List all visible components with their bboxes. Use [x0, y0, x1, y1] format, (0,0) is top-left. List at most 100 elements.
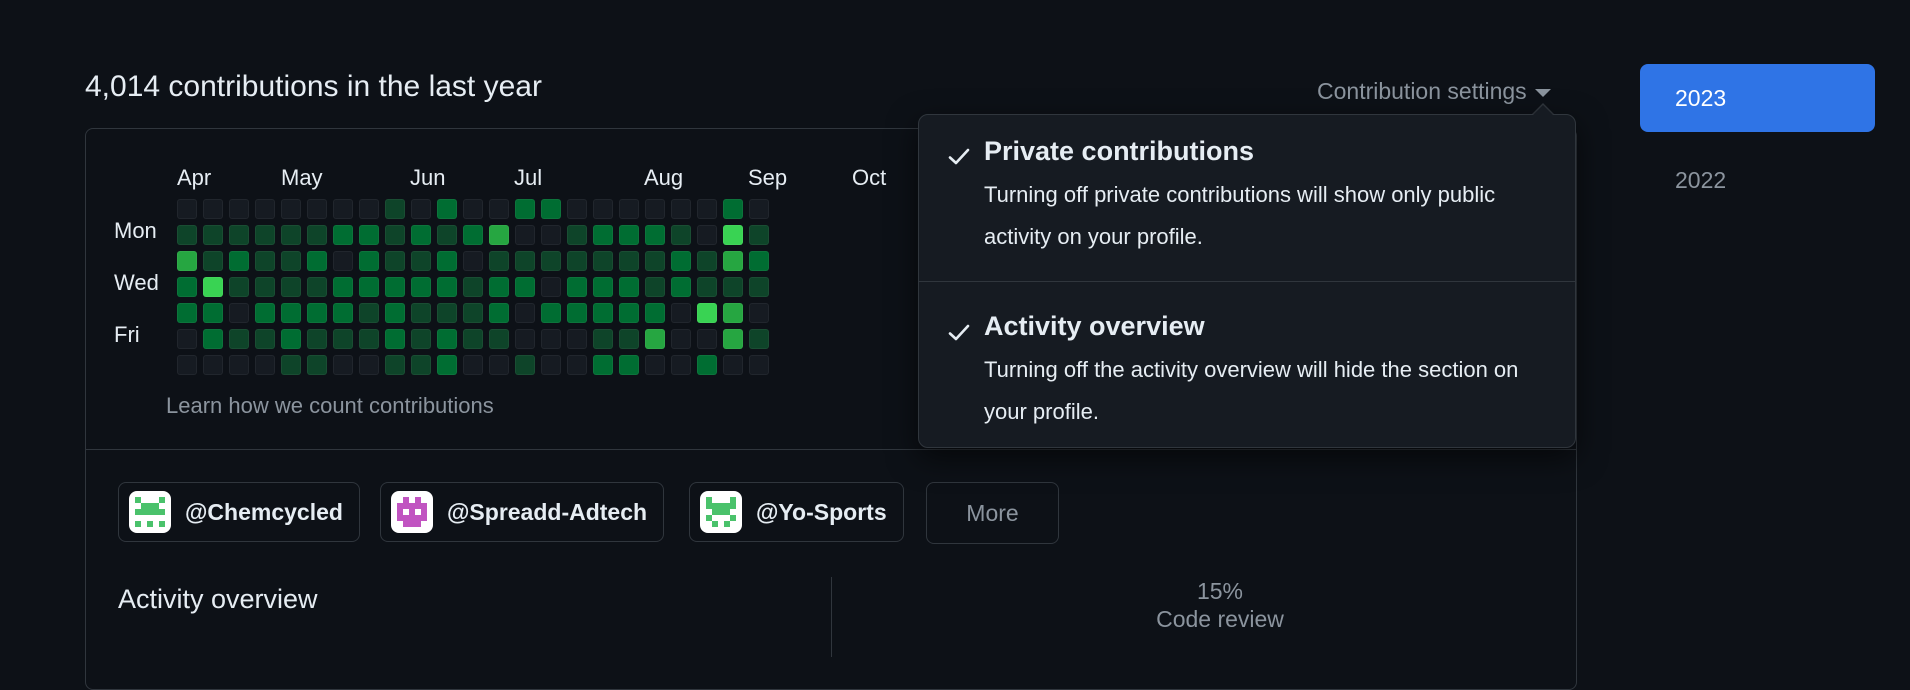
contribution-cell[interactable] [411, 251, 431, 271]
contribution-cell[interactable] [567, 225, 587, 245]
contribution-cell[interactable] [177, 303, 197, 323]
contribution-cell[interactable] [541, 303, 561, 323]
contribution-cell[interactable] [281, 303, 301, 323]
contribution-cell[interactable] [515, 277, 535, 297]
contribution-cell[interactable] [489, 303, 509, 323]
contribution-cell[interactable] [411, 329, 431, 349]
contribution-cell[interactable] [593, 251, 613, 271]
contribution-cell[interactable] [593, 329, 613, 349]
contribution-cell[interactable] [645, 355, 665, 375]
contribution-cell[interactable] [619, 303, 639, 323]
contribution-cell[interactable] [723, 199, 743, 219]
contribution-cell[interactable] [541, 251, 561, 271]
contribution-cell[interactable] [385, 303, 405, 323]
contribution-cell[interactable] [723, 251, 743, 271]
learn-count-link[interactable]: Learn how we count contributions [166, 393, 494, 419]
contribution-cell[interactable] [437, 251, 457, 271]
contribution-cell[interactable] [177, 251, 197, 271]
menu-item-activity-overview[interactable]: Activity overview Turning off the activi… [919, 282, 1575, 447]
org-chip-chemcycled[interactable]: @Chemcycled [118, 482, 360, 542]
contribution-cell[interactable] [333, 329, 353, 349]
contribution-cell[interactable] [593, 355, 613, 375]
contribution-cell[interactable] [411, 303, 431, 323]
contribution-cell[interactable] [229, 225, 249, 245]
contribution-cell[interactable] [749, 225, 769, 245]
contribution-cell[interactable] [463, 251, 483, 271]
contribution-cell[interactable] [619, 277, 639, 297]
contribution-cell[interactable] [593, 303, 613, 323]
contribution-cell[interactable] [437, 329, 457, 349]
contribution-cell[interactable] [749, 199, 769, 219]
contribution-cell[interactable] [281, 277, 301, 297]
contribution-cell[interactable] [411, 199, 431, 219]
contribution-cell[interactable] [385, 251, 405, 271]
contribution-cell[interactable] [177, 225, 197, 245]
contribution-cell[interactable] [489, 251, 509, 271]
contribution-cell[interactable] [255, 303, 275, 323]
contribution-cell[interactable] [567, 277, 587, 297]
contribution-cell[interactable] [489, 277, 509, 297]
contribution-cell[interactable] [619, 199, 639, 219]
contribution-cell[interactable] [333, 303, 353, 323]
contribution-cell[interactable] [593, 277, 613, 297]
contribution-cell[interactable] [749, 303, 769, 323]
contribution-cell[interactable] [489, 225, 509, 245]
contribution-cell[interactable] [307, 303, 327, 323]
contribution-cell[interactable] [385, 329, 405, 349]
contribution-cell[interactable] [411, 277, 431, 297]
contribution-cell[interactable] [515, 329, 535, 349]
contribution-cell[interactable] [437, 303, 457, 323]
contribution-cell[interactable] [385, 277, 405, 297]
contribution-cell[interactable] [255, 199, 275, 219]
contribution-cell[interactable] [359, 329, 379, 349]
contribution-cell[interactable] [515, 251, 535, 271]
contribution-cell[interactable] [463, 329, 483, 349]
contribution-cell[interactable] [203, 277, 223, 297]
contribution-cell[interactable] [307, 199, 327, 219]
contribution-cell[interactable] [307, 355, 327, 375]
contribution-cell[interactable] [203, 303, 223, 323]
contribution-cell[interactable] [177, 277, 197, 297]
contribution-cell[interactable] [359, 355, 379, 375]
contribution-cell[interactable] [541, 277, 561, 297]
contribution-cell[interactable] [177, 329, 197, 349]
contribution-cell[interactable] [749, 329, 769, 349]
contribution-cell[interactable] [619, 251, 639, 271]
contribution-cell[interactable] [541, 225, 561, 245]
contribution-cell[interactable] [359, 251, 379, 271]
contribution-cell[interactable] [255, 225, 275, 245]
contribution-cell[interactable] [489, 199, 509, 219]
contribution-cell[interactable] [255, 329, 275, 349]
contribution-cell[interactable] [515, 303, 535, 323]
contribution-cell[interactable] [177, 199, 197, 219]
contribution-cell[interactable] [619, 355, 639, 375]
contribution-cell[interactable] [463, 199, 483, 219]
contribution-cell[interactable] [229, 277, 249, 297]
contribution-cell[interactable] [307, 277, 327, 297]
contribution-cell[interactable] [229, 303, 249, 323]
contribution-cell[interactable] [645, 303, 665, 323]
contribution-cell[interactable] [307, 225, 327, 245]
contribution-cell[interactable] [593, 225, 613, 245]
contribution-cell[interactable] [229, 251, 249, 271]
contribution-cell[interactable] [567, 355, 587, 375]
contribution-cell[interactable] [619, 225, 639, 245]
contribution-cell[interactable] [697, 225, 717, 245]
contribution-cell[interactable] [515, 355, 535, 375]
contribution-cell[interactable] [749, 277, 769, 297]
contribution-cell[interactable] [723, 355, 743, 375]
contribution-cell[interactable] [671, 225, 691, 245]
contribution-cell[interactable] [359, 303, 379, 323]
contribution-cell[interactable] [463, 277, 483, 297]
contribution-cell[interactable] [489, 355, 509, 375]
contribution-cell[interactable] [229, 329, 249, 349]
more-orgs-button[interactable]: More [926, 482, 1059, 544]
contribution-cell[interactable] [463, 225, 483, 245]
contribution-cell[interactable] [697, 277, 717, 297]
contribution-cell[interactable] [385, 225, 405, 245]
contribution-cell[interactable] [567, 303, 587, 323]
contribution-cell[interactable] [515, 225, 535, 245]
contribution-cell[interactable] [281, 355, 301, 375]
contribution-cell[interactable] [463, 355, 483, 375]
contribution-cell[interactable] [645, 329, 665, 349]
